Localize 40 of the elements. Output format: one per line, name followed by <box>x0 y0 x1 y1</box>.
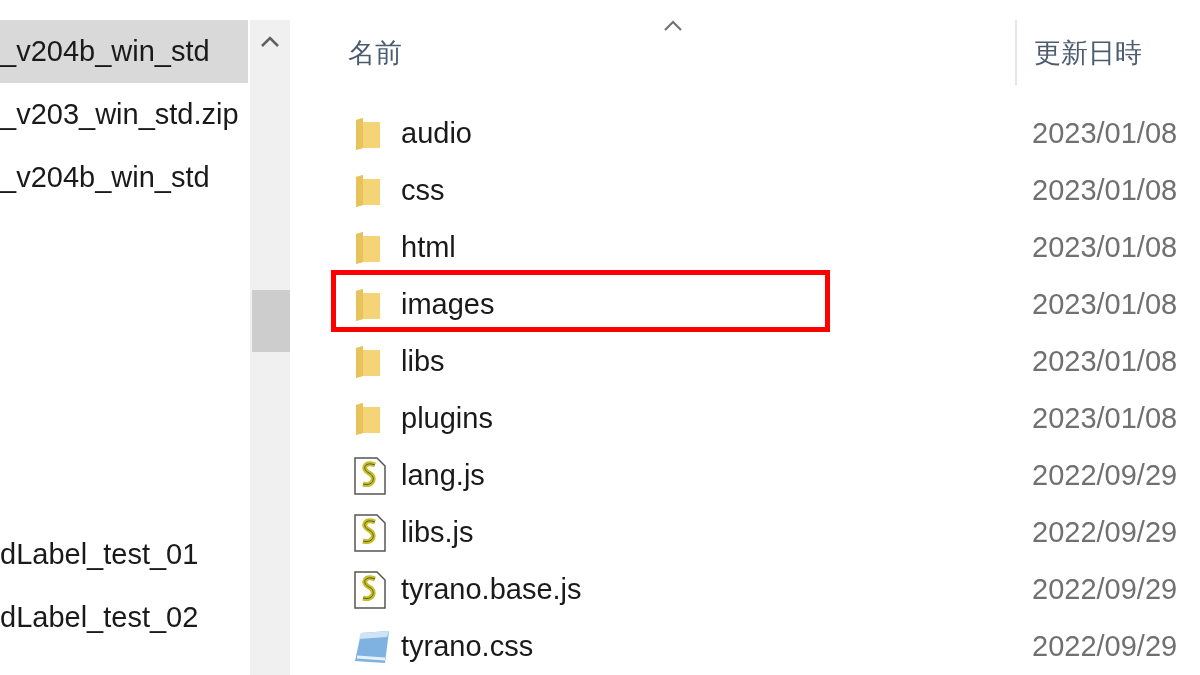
script-file-icon <box>353 456 387 495</box>
folder-icon <box>353 287 383 322</box>
column-header[interactable]: 名前 <box>295 20 1015 85</box>
script-file-icon <box>353 513 387 552</box>
modified-date: 2022/09/29 <box>1031 459 1178 492</box>
scroll-up-icon[interactable] <box>260 36 280 48</box>
modified-date: 2023/01/08 <box>1031 174 1178 207</box>
folder-icon <box>353 344 383 379</box>
file-name[interactable]: audio <box>401 117 1015 150</box>
modified-date: 2022/09/29 <box>1031 573 1178 606</box>
nav-item[interactable]: dLabel_test_02 <box>0 586 248 649</box>
file-name[interactable]: libs.js <box>401 516 1015 549</box>
notepad-file-icon <box>353 628 391 665</box>
modified-date: 2023/01/08 <box>1031 402 1178 435</box>
scrollbar[interactable] <box>250 20 290 675</box>
modified-date: 2022/09/29 <box>1031 516 1178 549</box>
file-name[interactable]: images <box>401 288 1015 321</box>
nav-item[interactable]: _v204b_win_std <box>0 20 248 83</box>
modified-date: 2023/01/08 <box>1031 117 1178 150</box>
folder-icon <box>353 401 383 436</box>
folder-icon <box>353 230 383 265</box>
modified-date: 2022/09/29 <box>1031 630 1178 663</box>
file-name[interactable]: libs <box>401 345 1015 378</box>
folder-icon <box>353 173 383 208</box>
file-name[interactable]: css <box>401 174 1015 207</box>
script-file-icon <box>353 570 387 609</box>
nav-item[interactable]: _v203_win_std.zip <box>0 83 248 146</box>
scrollbar-thumb[interactable] <box>252 290 290 352</box>
file-name[interactable]: plugins <box>401 402 1015 435</box>
file-name[interactable]: tyrano.base.js <box>401 573 1015 606</box>
column-header[interactable]: 更新日時 <box>1015 20 1142 85</box>
modified-date: 2023/01/08 <box>1031 231 1178 264</box>
modified-date: 2023/01/08 <box>1031 345 1178 378</box>
file-name[interactable]: lang.js <box>401 459 1015 492</box>
nav-item[interactable]: dLabel_test_01 <box>0 523 248 586</box>
file-name[interactable]: html <box>401 231 1015 264</box>
modified-date: 2023/01/08 <box>1031 288 1178 321</box>
file-name[interactable]: tyrano.css <box>401 630 1015 663</box>
folder-icon <box>353 116 383 151</box>
nav-item[interactable]: _v204b_win_std <box>0 146 248 209</box>
